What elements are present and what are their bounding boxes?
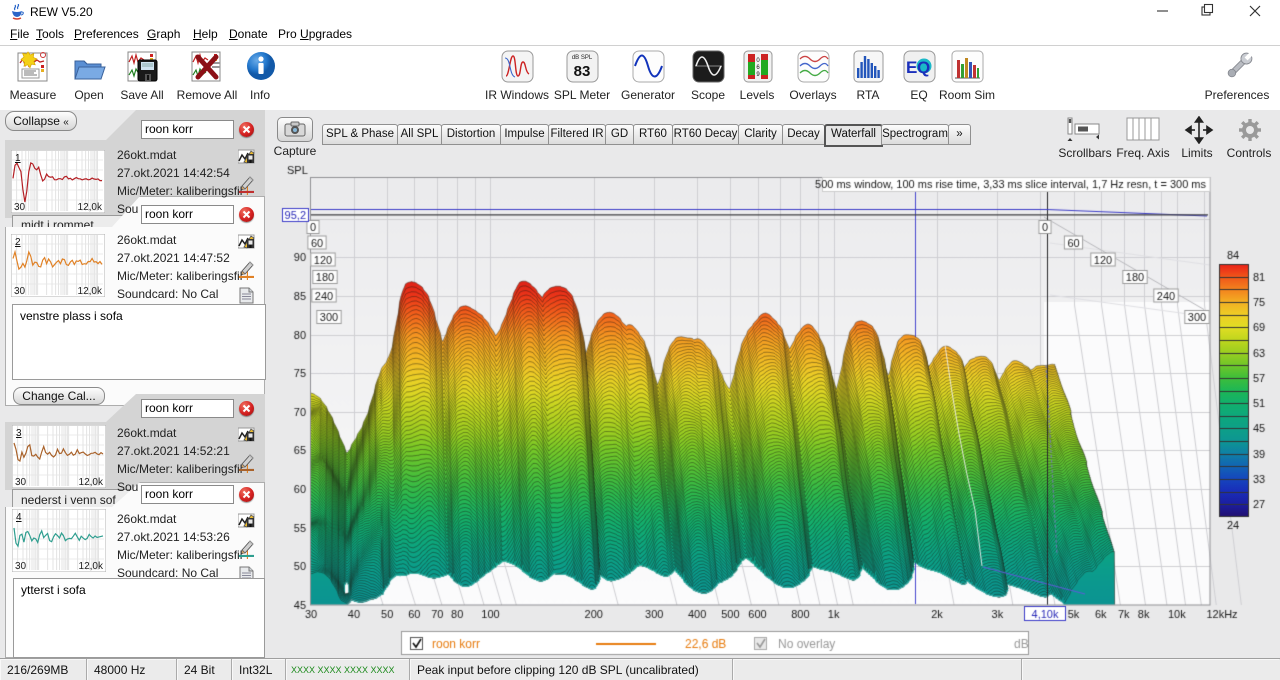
svg-text:1: 1	[15, 153, 21, 164]
svg-text:12,0k: 12,0k	[79, 561, 104, 572]
svg-text:30: 30	[15, 477, 27, 488]
svg-text:Q: Q	[917, 58, 930, 77]
svg-text:30: 30	[14, 286, 26, 297]
svg-text:3: 3	[16, 428, 22, 439]
svg-text:E: E	[906, 58, 917, 77]
svg-text:12,0k: 12,0k	[78, 202, 103, 213]
svg-text:30: 30	[15, 561, 27, 572]
svg-text:30: 30	[14, 202, 26, 213]
svg-text:12,0k: 12,0k	[78, 286, 103, 297]
svg-text:2: 2	[15, 237, 21, 248]
svg-text:12,0k: 12,0k	[79, 477, 104, 488]
svg-text:83: 83	[574, 63, 591, 80]
svg-text:4: 4	[16, 512, 22, 523]
svg-text:dB SPL: dB SPL	[572, 55, 593, 61]
